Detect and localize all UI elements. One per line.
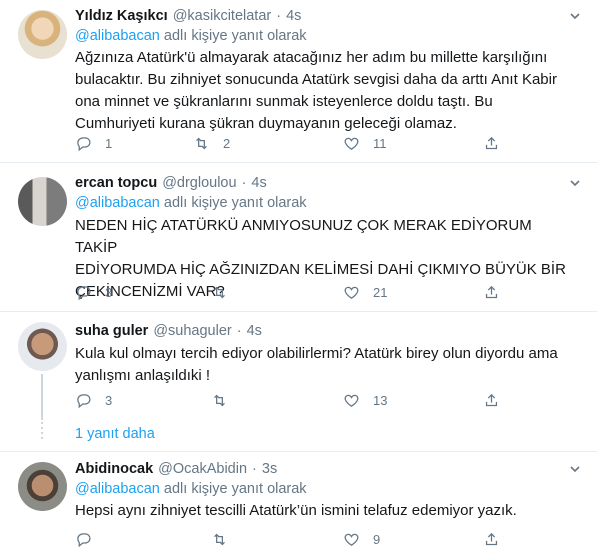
reply-suffix: adlı kişiye yanıt olarak xyxy=(163,28,307,44)
tweet-header: Yıldız Kaşıkcı @kasikcitelatar · 4s xyxy=(75,6,301,26)
chevron-down-icon[interactable] xyxy=(567,175,583,191)
retweet-count: 2 xyxy=(223,135,231,151)
retweet-button[interactable] xyxy=(211,529,241,547)
reply-icon xyxy=(77,285,91,300)
like-button[interactable]: 21 xyxy=(343,282,387,302)
like-button[interactable]: 11 xyxy=(343,133,387,153)
author-name[interactable]: Abidinocak xyxy=(75,461,153,477)
author-handle[interactable]: @kasikcitelatar xyxy=(173,8,272,24)
separator-dot: · xyxy=(241,175,247,191)
tweet-text-line: ÇEKİNCENİZMİ VAR? xyxy=(75,283,225,300)
timestamp[interactable]: 4s xyxy=(247,323,262,339)
timestamp[interactable]: 3s xyxy=(262,461,277,477)
tweet-text-line: Kula kul olmayı tercih ediyor olabilirle… xyxy=(75,345,558,362)
thread-dots xyxy=(38,422,46,442)
separator-dot: · xyxy=(276,8,282,24)
share-icon xyxy=(485,393,498,406)
reply-suffix: adlı kişiye yanıt olarak xyxy=(163,481,307,497)
retweet-icon xyxy=(214,286,225,298)
retweet-button[interactable] xyxy=(211,390,241,410)
retweet-button[interactable]: 2 xyxy=(193,133,230,153)
author-name[interactable]: suha guler xyxy=(75,323,148,339)
retweet-icon xyxy=(214,394,225,406)
tweet-text-line: Cumhuriyeti kurana şükran duymayanın gel… xyxy=(75,115,457,132)
heart-icon xyxy=(344,137,359,150)
reply-icon xyxy=(77,532,91,547)
reply-button[interactable]: 3 xyxy=(75,390,112,410)
separator-dot: · xyxy=(252,461,257,477)
heart-icon xyxy=(344,533,359,546)
tweet-header: ercan topcu @drgloulou · 4s xyxy=(75,173,267,193)
reply-suffix: adlı kişiye yanıt olarak xyxy=(163,195,307,211)
like-button[interactable]: 13 xyxy=(343,390,387,410)
chevron-down-icon[interactable] xyxy=(567,461,583,477)
author-name[interactable]: Yıldız Kaşıkcı xyxy=(75,8,168,24)
author-handle[interactable]: @OcakAbidin xyxy=(158,461,247,477)
retweet-icon xyxy=(196,137,207,149)
tweet-text-line: Ağzınıza Atatürk'ü almayarak atacağınız … xyxy=(75,49,548,66)
heart-icon xyxy=(344,286,359,299)
author-handle[interactable]: @suhaguler xyxy=(153,323,231,339)
reply-mention[interactable]: @alibabacan xyxy=(75,195,160,211)
tweet-text: Kula kul olmayı tercih ediyor olabilirle… xyxy=(75,343,575,387)
tweet-text-line: yanlışmı anlaşıldıki ! xyxy=(75,367,211,384)
reply-button[interactable]: 3 xyxy=(75,282,112,302)
share-button[interactable] xyxy=(483,390,500,410)
tweet-text-line: ona minnet ve şükranlarını sunmak isteye… xyxy=(75,93,493,110)
reply-mention[interactable]: @alibabacan xyxy=(75,28,160,44)
tweet-2[interactable]: ercan topcu @drgloulou · 4s @alibabacan … xyxy=(0,163,597,311)
tweet-text: Hepsi aynı zihniyet tescilli Atatürk’ün … xyxy=(75,500,575,522)
timestamp[interactable]: 4s xyxy=(286,8,301,24)
avatar[interactable] xyxy=(18,10,67,59)
reply-count: 3 xyxy=(105,284,113,300)
reply-icon xyxy=(77,136,91,151)
share-button[interactable] xyxy=(483,133,500,153)
separator-dot: · xyxy=(236,323,242,339)
tweet-1[interactable]: Yıldız Kaşıkcı @kasikcitelatar · 4s @ali… xyxy=(0,0,597,162)
share-icon xyxy=(485,136,498,149)
author-name[interactable]: ercan topcu xyxy=(75,175,157,191)
reply-context: @alibabacan adlı kişiye yanıt olarak xyxy=(75,28,307,44)
share-button[interactable] xyxy=(483,282,500,302)
reply-button[interactable]: 1 xyxy=(75,133,112,153)
author-handle[interactable]: @drgloulou xyxy=(162,175,236,191)
retweet-button[interactable] xyxy=(211,282,241,302)
reply-count: 3 xyxy=(105,392,113,408)
show-more-replies-link[interactable]: 1 yanıt daha xyxy=(75,426,155,442)
avatar[interactable] xyxy=(18,177,67,226)
like-count: 21 xyxy=(373,284,388,300)
like-button[interactable]: 9 xyxy=(343,529,380,547)
reply-count: 1 xyxy=(105,135,113,151)
tweet-4[interactable]: Abidinocak @OcakAbidin · 3s @alibabacan … xyxy=(0,452,597,547)
tweet-header: Abidinocak @OcakAbidin · 3s xyxy=(75,459,277,479)
avatar[interactable] xyxy=(18,462,67,511)
tweet-text-line: bulacaktır. Bu zihniyet sonucunda Atatür… xyxy=(75,71,557,88)
reply-context: @alibabacan adlı kişiye yanıt olarak xyxy=(75,481,307,497)
tweet-text: Ağzınıza Atatürk'ü almayarak atacağınız … xyxy=(75,47,575,135)
reply-mention[interactable]: @alibabacan xyxy=(75,481,160,497)
share-button[interactable] xyxy=(483,529,500,547)
heart-icon xyxy=(344,394,359,407)
reply-context: @alibabacan adlı kişiye yanıt olarak xyxy=(75,195,307,211)
like-count: 9 xyxy=(373,531,381,547)
avatar[interactable] xyxy=(18,322,67,371)
reply-icon xyxy=(77,393,91,408)
tweet-text-line: EDİYORUMDA HİÇ AĞZINIZDAN KELİMESİ DAHİ … xyxy=(75,261,566,278)
tweet-header: suha guler @suhaguler · 4s xyxy=(75,321,262,341)
share-icon xyxy=(485,285,498,298)
tweet-text: NEDEN HİÇ ATATÜRKÜ ANMIYOSUNUZ ÇOK MERAK… xyxy=(75,215,575,303)
retweet-icon xyxy=(214,533,225,545)
reply-button[interactable] xyxy=(75,529,105,547)
thread-line xyxy=(41,374,43,420)
chevron-down-icon[interactable] xyxy=(567,8,583,24)
share-icon xyxy=(485,532,498,545)
like-count: 11 xyxy=(373,135,387,151)
tweet-text-line: Hepsi aynı zihniyet tescilli Atatürk’ün … xyxy=(75,502,517,519)
like-count: 13 xyxy=(373,392,388,408)
tweet-3[interactable]: suha guler @suhaguler · 4s Kula kul olma… xyxy=(0,312,597,451)
tweet-text-line: NEDEN HİÇ ATATÜRKÜ ANMIYOSUNUZ ÇOK MERAK… xyxy=(75,217,532,256)
timestamp[interactable]: 4s xyxy=(251,175,266,191)
